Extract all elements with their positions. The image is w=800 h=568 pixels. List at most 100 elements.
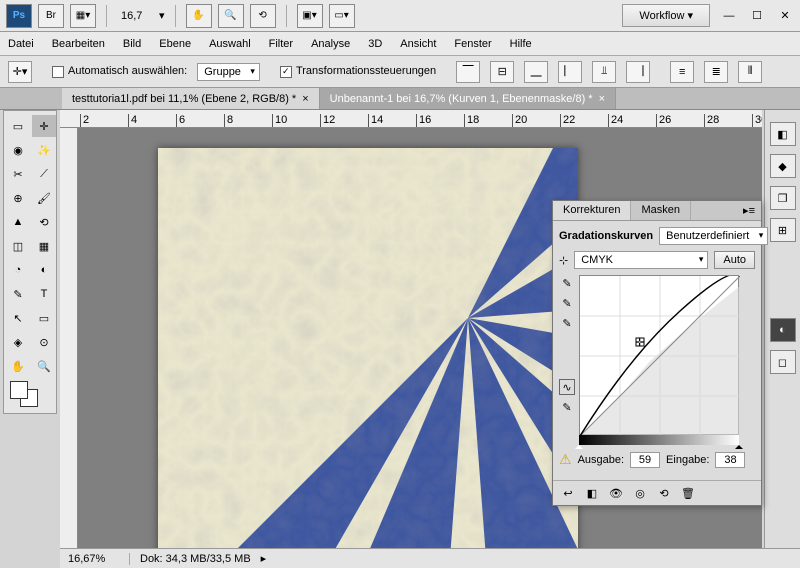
align-top-icon[interactable]: ⎺ [456,61,480,83]
menu-ebene[interactable]: Ebene [159,38,191,50]
history-icon[interactable]: ▦▾ [70,4,96,28]
document-tab[interactable]: Unbenannt-1 bei 16,7% (Kurven 1, Ebenenm… [320,88,616,109]
dock-adjust-icon[interactable]: ◐ [770,318,796,342]
layout-icon[interactable]: ▣▾ [297,4,323,28]
align-left-icon[interactable]: ⎸ [558,61,582,83]
sampler-black-icon[interactable]: ✎ [559,275,575,291]
status-arrow-icon[interactable]: ▸ [261,552,267,565]
align-bottom-icon[interactable]: ⎽ [524,61,548,83]
warning-icon: ⚠ [559,451,572,468]
wand-tool-icon[interactable]: ✨ [32,139,56,161]
delete-icon[interactable]: 🗑 [679,485,697,501]
zoom-tool-icon[interactable]: 🔍 [218,4,244,28]
tab-close-icon[interactable]: × [599,93,605,105]
blur-tool-icon[interactable]: ◔ [6,259,30,281]
heal-tool-icon[interactable]: ⊕ [6,187,30,209]
dock-masks-icon[interactable]: ◻ [770,350,796,374]
output-field[interactable] [630,452,660,468]
dock-layers-icon[interactable]: ❐ [770,186,796,210]
zoom-tool2-icon[interactable]: 🔍 [32,355,56,377]
dodge-tool-icon[interactable]: ◐ [32,259,56,281]
lasso-tool-icon[interactable]: ◉ [6,139,30,161]
path-select-icon[interactable]: ↖ [6,307,30,329]
distribute-2-icon[interactable]: ≣ [704,61,728,83]
menu-3d[interactable]: 3D [368,38,382,50]
dock-color-icon[interactable]: ◧ [770,122,796,146]
brush-tool-icon[interactable]: 🖌 [32,187,56,209]
dock-swatches-icon[interactable]: ◆ [770,154,796,178]
input-gradient[interactable] [579,435,739,445]
menu-bild[interactable]: Bild [123,38,141,50]
menu-hilfe[interactable]: Hilfe [510,38,532,50]
dock-channels-icon[interactable]: ⊞ [770,218,796,242]
hand-tool-icon[interactable]: ✋ [186,4,212,28]
stamp-tool-icon[interactable]: ▲ [6,211,30,233]
minimize-icon[interactable]: — [720,9,738,23]
menu-analyse[interactable]: Analyse [311,38,350,50]
adjustments-panel: Korrekturen Masken ▸≡ Gradationskurven B… [552,200,762,506]
ps-logo-icon[interactable]: Ps [6,4,32,28]
zoom-dropdown-icon[interactable]: ▾ [159,9,165,22]
pencil-mode-icon[interactable]: ✎ [559,399,575,415]
rotate-view-icon[interactable]: ⟲ [250,4,276,28]
menu-auswahl[interactable]: Auswahl [209,38,251,50]
type-tool-icon[interactable]: T [32,283,56,305]
align-vcenter-icon[interactable]: ⊟ [490,61,514,83]
3d-camera-icon[interactable]: ⊙ [32,331,56,353]
menu-ansicht[interactable]: Ansicht [400,38,436,50]
marquee-tool-icon[interactable]: ▭ [6,115,30,137]
sampler-gray-icon[interactable]: ✎ [559,295,575,311]
zoom-level[interactable]: 16,7 [117,8,153,24]
status-zoom[interactable]: 16,67% [60,553,130,565]
workspace-switcher[interactable]: Workflow ▾ [622,4,710,27]
panel-menu-icon[interactable]: ▸≡ [737,201,761,220]
document-canvas[interactable] [158,148,578,548]
screen-mode-icon[interactable]: ▭▾ [329,4,355,28]
reset-icon[interactable]: ⟲ [655,485,673,501]
menu-datei[interactable]: Datei [8,38,34,50]
crop-tool-icon[interactable]: ✂ [6,163,30,185]
color-swatches[interactable] [6,379,56,409]
visibility-icon[interactable]: 👁 [607,485,625,501]
toggle-icon[interactable]: ◧ [583,485,601,501]
distribute-1-icon[interactable]: ≡ [670,61,694,83]
document-tab[interactable]: testtutoria1l.pdf bei 11,1% (Ebene 2, RG… [62,88,320,109]
move-tool-indicator-icon[interactable]: ✛▾ [8,61,32,83]
hand-tool2-icon[interactable]: ✋ [6,355,30,377]
align-right-icon[interactable]: ⎹ [626,61,650,83]
preset-select[interactable]: Benutzerdefiniert [659,227,768,245]
shape-tool-icon[interactable]: ▭ [32,307,56,329]
tab-masks[interactable]: Masken [631,201,691,220]
view-prev-icon[interactable]: ◎ [631,485,649,501]
curves-graph[interactable]: ✛ [579,275,739,435]
auto-button[interactable]: Auto [714,251,755,269]
target-adjust-icon[interactable]: ⊹ [559,254,568,267]
curves-title: Gradationskurven [559,230,653,242]
sampler-white-icon[interactable]: ✎ [559,315,575,331]
tab-close-icon[interactable]: × [302,93,308,105]
close-icon[interactable]: ✕ [776,9,794,23]
tab-corrections[interactable]: Korrekturen [553,201,631,220]
history-brush-icon[interactable]: ⟲ [32,211,56,233]
align-hcenter-icon[interactable]: ⫫ [592,61,616,83]
menu-bearbeiten[interactable]: Bearbeiten [52,38,105,50]
pen-tool-icon[interactable]: ✎ [6,283,30,305]
menu-filter[interactable]: Filter [269,38,293,50]
eyedropper-tool-icon[interactable]: ⟋ [32,163,56,185]
status-doc-info[interactable]: Dok: 34,3 MB/33,5 MB [130,553,261,565]
gradient-tool-icon[interactable]: ▦ [32,235,56,257]
return-icon[interactable]: ↩ [559,485,577,501]
channel-select[interactable]: CMYK [574,251,708,269]
auto-select-checkbox[interactable]: Automatisch auswählen: [52,65,187,77]
maximize-icon[interactable]: ☐ [748,9,766,23]
move-tool-icon[interactable]: ✛ [32,115,56,137]
menu-fenster[interactable]: Fenster [454,38,491,50]
bridge-icon[interactable]: Br [38,4,64,28]
transform-controls-checkbox[interactable]: Transformationssteuerungen [280,65,436,77]
curve-mode-icon[interactable]: ∿ [559,379,575,395]
input-field[interactable] [715,452,745,468]
distribute-3-icon[interactable]: ⦀ [738,61,762,83]
eraser-tool-icon[interactable]: ◫ [6,235,30,257]
3d-tool-icon[interactable]: ◈ [6,331,30,353]
auto-select-type[interactable]: Gruppe [197,63,260,81]
